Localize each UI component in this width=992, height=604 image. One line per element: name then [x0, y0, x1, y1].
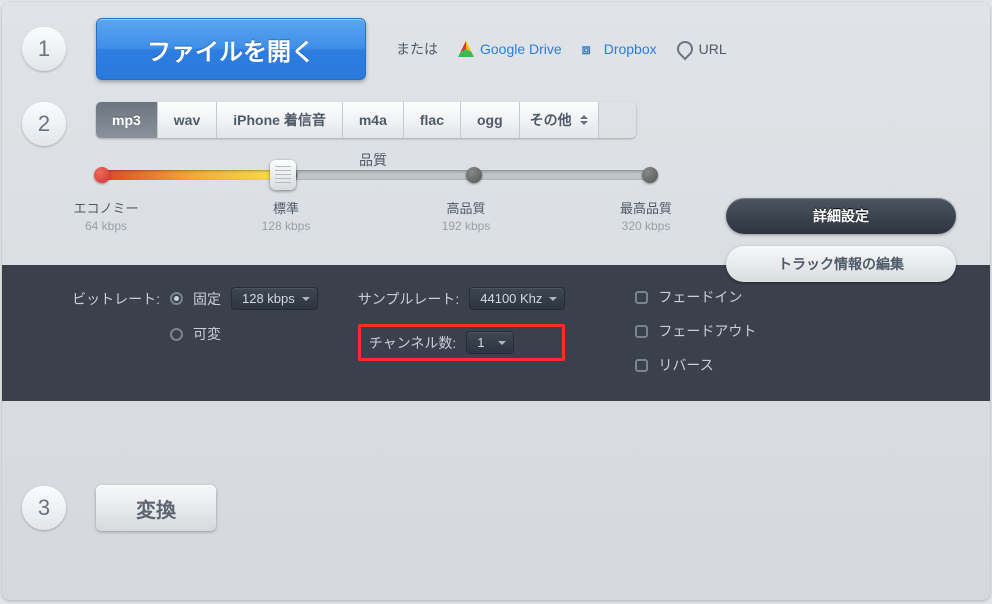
step-number-2: 2 — [22, 102, 66, 146]
dropbox-link[interactable]: ⧈ Dropbox — [582, 41, 657, 57]
bitrate-variable-label: 可変 — [193, 324, 221, 344]
url-label: URL — [699, 41, 727, 57]
updown-icon — [580, 111, 588, 129]
url-icon — [673, 38, 696, 61]
reverse-checkbox[interactable] — [635, 359, 648, 372]
tab-mp3[interactable]: mp3 — [96, 102, 158, 138]
open-file-button[interactable]: ファイルを開く — [96, 18, 366, 80]
samplerate-select-value: 44100 Khz — [480, 291, 542, 306]
slider-tick-economy[interactable] — [94, 167, 110, 183]
tab-m4a-label: m4a — [359, 112, 387, 128]
section-1-open-file: 1 ファイルを開く または Google Drive ⧈ Dropbox URL — [2, 2, 990, 92]
url-link[interactable]: URL — [677, 41, 727, 57]
tab-iphone[interactable]: iPhone 着信音 — [217, 102, 343, 138]
slider-fill — [96, 170, 286, 180]
tab-wav-label: wav — [174, 112, 200, 128]
google-drive-label: Google Drive — [480, 41, 562, 57]
bitrate-label: ビットレート: — [64, 289, 160, 309]
dropbox-label: Dropbox — [604, 41, 657, 57]
bitrate-fixed-label: 固定 — [193, 289, 221, 309]
convert-label: 変換 — [136, 494, 176, 523]
quality-standard-bitrate: 128 kbps — [236, 219, 336, 233]
side-buttons: 詳細設定 トラック情報の編集 — [726, 198, 956, 294]
step-number-3: 3 — [22, 486, 66, 530]
advanced-settings-button[interactable]: 詳細設定 — [726, 198, 956, 234]
edit-trackinfo-label: トラック情報の編集 — [778, 254, 904, 274]
step-number-1: 1 — [22, 27, 66, 71]
tab-wav[interactable]: wav — [158, 102, 217, 138]
google-drive-link[interactable]: Google Drive — [458, 41, 562, 57]
convert-button[interactable]: 変換 — [96, 485, 216, 531]
samplerate-label: サンプルレート: — [358, 289, 459, 309]
open-file-label: ファイルを開く — [147, 32, 315, 67]
quality-high-label: 高品質 — [416, 198, 516, 217]
tab-other[interactable]: その他 — [520, 102, 599, 138]
quality-best-bitrate: 320 kbps — [596, 219, 696, 233]
fadeout-label: フェードアウト — [658, 321, 756, 341]
dropbox-icon: ⧈ — [582, 41, 598, 57]
quality-standard-label: 標準 — [236, 198, 336, 217]
quality-economy-bitrate: 64 kbps — [56, 219, 156, 233]
channels-select[interactable]: 1 — [466, 331, 514, 354]
slider-handle[interactable] — [270, 160, 296, 190]
reverse-label: リバース — [658, 355, 713, 375]
fadeout-checkbox[interactable] — [635, 325, 648, 338]
edit-trackinfo-button[interactable]: トラック情報の編集 — [726, 246, 956, 282]
channels-select-value: 1 — [477, 335, 484, 350]
section-3-convert: 3 変換 — [2, 451, 990, 565]
tab-ogg-label: ogg — [477, 112, 503, 128]
tab-mp3-label: mp3 — [112, 112, 141, 128]
slider-tick-best[interactable] — [642, 167, 658, 183]
google-drive-icon — [458, 41, 474, 57]
quality-high-bitrate: 192 kbps — [416, 219, 516, 233]
quality-best-label: 最高品質 — [596, 198, 696, 217]
advanced-settings-label: 詳細設定 — [813, 206, 869, 226]
bitrate-variable-radio[interactable] — [170, 328, 183, 341]
quality-slider[interactable] — [96, 170, 656, 180]
slider-tick-high[interactable] — [466, 167, 482, 183]
tab-other-label: その他 — [530, 110, 572, 130]
bitrate-select-value: 128 kbps — [242, 291, 295, 306]
tab-m4a[interactable]: m4a — [343, 102, 404, 138]
tab-iphone-label: iPhone 着信音 — [233, 110, 326, 130]
quality-economy-label: エコノミー — [56, 198, 156, 217]
tab-ogg[interactable]: ogg — [461, 102, 520, 138]
format-tabs: mp3 wav iPhone 着信音 m4a flac ogg その他 — [96, 102, 636, 138]
channels-highlight: チャンネル数: 1 — [358, 324, 566, 361]
tab-flac-label: flac — [420, 112, 444, 128]
channels-label: チャンネル数: — [369, 333, 456, 353]
fadein-checkbox[interactable] — [635, 291, 648, 304]
bitrate-fixed-radio[interactable] — [170, 292, 183, 305]
samplerate-select[interactable]: 44100 Khz — [469, 287, 565, 310]
slider-track — [96, 170, 656, 180]
bitrate-select[interactable]: 128 kbps — [231, 287, 318, 310]
quality-labels: エコノミー 64 kbps 標準 128 kbps 高品質 192 kbps 最… — [96, 198, 656, 233]
quality-title: 品質 — [96, 150, 650, 170]
tab-flac[interactable]: flac — [404, 102, 461, 138]
or-label: または — [396, 39, 438, 59]
